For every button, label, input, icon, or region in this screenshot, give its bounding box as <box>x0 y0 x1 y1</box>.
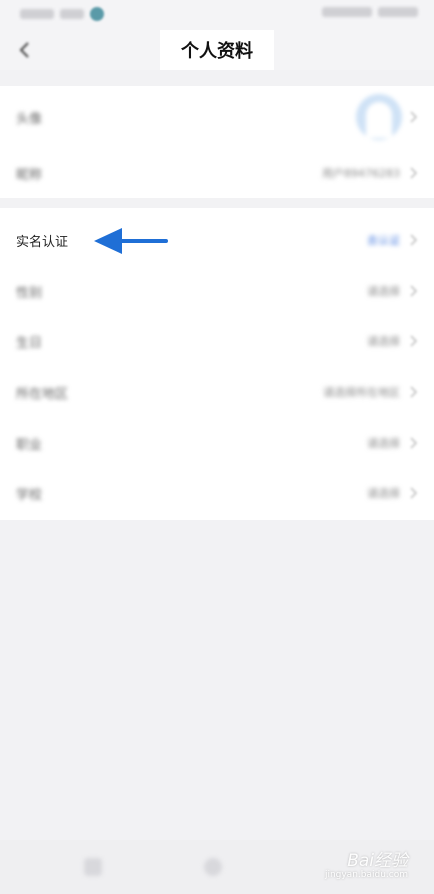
watermark-url: jingyan.baidu.com <box>324 870 408 880</box>
battery-icon <box>378 7 418 17</box>
app-notification-icon <box>90 7 104 21</box>
birthday-label: 生日 <box>16 335 43 351</box>
occupation-row[interactable]: 职业 请选择 <box>0 418 434 468</box>
avatar-label: 头像 <box>16 111 43 127</box>
back-button[interactable] <box>10 36 38 64</box>
birthday-value: 请选择 <box>367 335 400 348</box>
status-right <box>322 7 418 17</box>
home-icon[interactable] <box>204 858 222 876</box>
chevron-right-icon <box>410 335 418 347</box>
chevron-right-icon <box>410 167 418 179</box>
profile-group: 头像 昵称 用户89476283 <box>0 86 434 198</box>
gender-label: 性别 <box>16 285 43 301</box>
info-group: 实名认证 去认证 性别 请选择 生日 请选择 所在地区 请选择所在地区 职业 请… <box>0 208 434 520</box>
annotation-arrow-icon <box>94 228 168 254</box>
school-label: 学校 <box>16 487 43 503</box>
nickname-value: 用户89476283 <box>322 167 400 180</box>
occupation-label: 职业 <box>16 437 43 453</box>
watermark-logo: Bai经验 <box>347 851 408 871</box>
page-title: 个人资料 <box>160 30 274 70</box>
chevron-right-icon <box>410 111 418 123</box>
status-time <box>20 9 54 19</box>
nickname-label: 昵称 <box>16 167 43 183</box>
menu-icon[interactable] <box>84 858 102 876</box>
real-name-row[interactable]: 实名认证 去认证 <box>0 216 434 264</box>
status-network <box>60 9 84 19</box>
avatar[interactable] <box>356 94 402 140</box>
real-name-value: 去认证 <box>367 234 400 247</box>
chevron-right-icon <box>410 386 418 398</box>
nickname-row[interactable]: 昵称 用户89476283 <box>0 148 434 198</box>
birthday-row[interactable]: 生日 请选择 <box>0 316 434 366</box>
chevron-right-icon <box>410 487 418 499</box>
region-value: 请选择所在地区 <box>323 386 400 399</box>
region-label: 所在地区 <box>16 386 69 402</box>
chevron-right-icon <box>410 285 418 297</box>
signal-icon <box>322 7 372 17</box>
status-left <box>20 7 104 21</box>
nav-bar: 个人资料 <box>0 30 434 70</box>
gender-row[interactable]: 性别 请选择 <box>0 266 434 316</box>
school-row[interactable]: 学校 请选择 <box>0 468 434 518</box>
back-arrow-icon <box>19 42 29 58</box>
gender-value: 请选择 <box>367 285 400 298</box>
chevron-right-icon <box>410 437 418 449</box>
avatar-row[interactable]: 头像 <box>0 86 434 148</box>
region-row[interactable]: 所在地区 请选择所在地区 <box>0 366 434 418</box>
chevron-right-icon <box>410 234 418 246</box>
status-bar <box>0 0 434 30</box>
real-name-label: 实名认证 <box>16 234 69 250</box>
occupation-value: 请选择 <box>367 437 400 450</box>
school-value: 请选择 <box>367 487 400 500</box>
